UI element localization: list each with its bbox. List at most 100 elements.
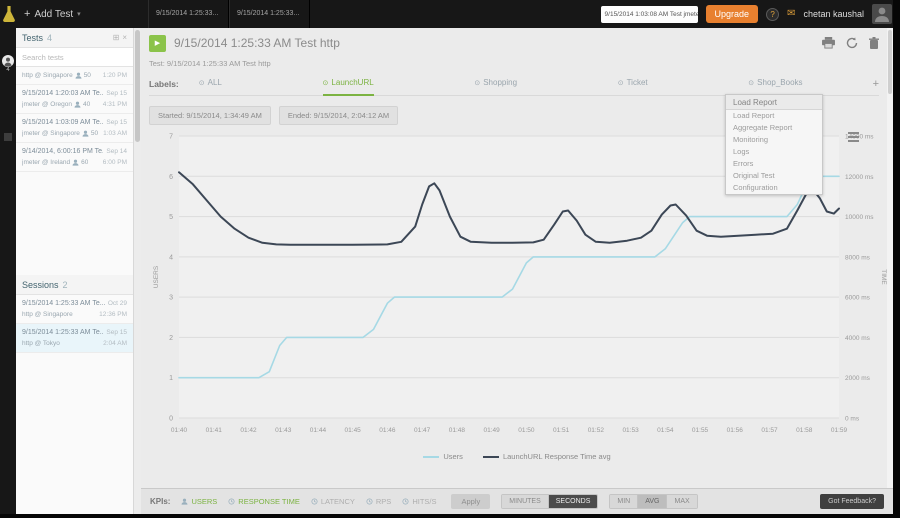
avatar[interactable]	[872, 4, 892, 24]
left-icon-rail: 4	[0, 28, 16, 514]
app-screen: + Add Test ▾ 9/15/2014 1:25:33... 9/15/2…	[0, 0, 900, 518]
users-icon	[181, 498, 188, 505]
session-tab-1[interactable]: 9/15/2014 1:25:33...	[148, 0, 229, 28]
scrollbar-thumb[interactable]	[135, 30, 140, 142]
test-item[interactable]: 9/15/2014 1:20:03 AM Te...Sep 15jmeter @…	[16, 85, 133, 114]
label-tab-shop-books[interactable]: ⊙Shop_Books	[748, 72, 802, 96]
report-tools	[822, 37, 879, 49]
kpi-toggle-users[interactable]: USERS	[181, 497, 217, 506]
test-item[interactable]: http @ Singapore501:20 PM	[16, 67, 133, 85]
test-item[interactable]: 9/14/2014, 6:00:16 PM Te...Sep 14jmeter …	[16, 143, 133, 172]
session-item[interactable]: 9/15/2014 1:25:33 AM Te...Sep 15http @ T…	[16, 324, 133, 353]
test-item[interactable]: 9/15/2014 1:03:09 AM Te...Sep 15jmeter @…	[16, 114, 133, 143]
y-right-tick: 2000 ms	[845, 375, 871, 382]
x-tick: 01:44	[310, 427, 327, 434]
x-tick: 01:42	[240, 427, 257, 434]
location-text: http @ Singapore	[22, 70, 73, 81]
test-date: Sep 15	[106, 88, 127, 99]
metric-icon	[228, 498, 235, 505]
session-item[interactable]: 9/15/2014 1:25:33 AM Te...Oct 29http @ S…	[16, 295, 133, 324]
session-tab-2[interactable]: 9/15/2014 1:25:33...	[229, 0, 310, 28]
x-tick: 01:49	[483, 427, 500, 434]
aggregation-min[interactable]: MIN	[610, 495, 638, 508]
report-menu-trigger[interactable]: Load Report	[726, 95, 822, 110]
y-left-tick: 2	[169, 335, 173, 342]
label-icon: ⊙	[618, 79, 624, 87]
labels-tabs: ⊙ALL ⊙LaunchURL ⊙Shopping ⊙Ticket ⊙Shop_Book…	[199, 72, 873, 96]
mail-icon[interactable]: ✉	[787, 0, 795, 28]
chart-menu-icon[interactable]	[848, 132, 859, 144]
report-menu-item-load-report[interactable]: Load Report	[726, 110, 822, 122]
report-menu-item-monitoring[interactable]: Monitoring	[726, 134, 822, 146]
y-left-tick: 0	[169, 416, 173, 423]
kpi-toggle-response-time[interactable]: RESPONSE TIME	[228, 497, 300, 506]
kpi-label: RPS	[376, 497, 391, 506]
report-menu-item-configuration[interactable]: Configuration	[726, 182, 822, 194]
active-users-badge: 4	[0, 67, 16, 73]
y-right-tick: 12000 ms	[845, 174, 874, 181]
y-right-axis-title: TIME	[880, 269, 887, 285]
test-location: jmeter @ Singapore50	[22, 128, 98, 139]
close-icon[interactable]: ×	[122, 33, 127, 42]
print-icon[interactable]	[822, 37, 835, 49]
app-logo-icon[interactable]	[2, 5, 16, 23]
label-tab-shopping[interactable]: ⊙Shopping	[474, 72, 517, 96]
user-icon	[74, 101, 81, 108]
aggregation-avg[interactable]: AVG	[638, 495, 667, 508]
aggregation-toggle: MINAVGMAX	[609, 494, 697, 509]
delete-icon[interactable]	[869, 37, 879, 49]
users-count: 50	[84, 70, 91, 81]
collapse-handle-icon[interactable]	[4, 133, 12, 141]
run-test-button[interactable]: ▶	[149, 35, 166, 52]
test-time: 4:31 PM	[103, 99, 127, 110]
kpi-toggle-rps[interactable]: RPS	[366, 497, 391, 506]
username[interactable]: chetan kaushal	[803, 9, 864, 19]
x-tick: 01:47	[414, 427, 431, 434]
upgrade-button[interactable]: Upgrade	[706, 5, 759, 23]
tests-header-icons: ⊞ ×	[113, 33, 127, 42]
session-location: http @ Singapore	[22, 309, 73, 320]
sidebar-scrollbar[interactable]	[134, 28, 141, 514]
top-bar: + Add Test ▾ 9/15/2014 1:25:33... 9/15/2…	[0, 0, 900, 28]
label-tab-launchurl[interactable]: ⊙LaunchURL	[323, 72, 374, 96]
session-date: Oct 29	[108, 298, 127, 309]
aggregation-max[interactable]: MAX	[667, 495, 696, 508]
report-menu-items: Load ReportAggregate ReportMonitoringLog…	[726, 110, 822, 194]
y-left-tick: 4	[169, 254, 173, 261]
kpi-toggle-hits-s[interactable]: HITS/S	[402, 497, 436, 506]
feedback-button[interactable]: Got Feedback?	[820, 494, 884, 509]
location-text: jmeter @ Oregon	[22, 99, 72, 110]
report-menu-item-errors[interactable]: Errors	[726, 158, 822, 170]
legend-item-launchurl-response-time-avg[interactable]: LaunchURL Response Time avg	[483, 452, 611, 461]
session-tabs: 9/15/2014 1:25:33... 9/15/2014 1:25:33..…	[148, 0, 310, 28]
label-tab-all[interactable]: ⊙ALL	[199, 72, 222, 96]
refresh-icon[interactable]	[846, 37, 858, 49]
search-input[interactable]	[16, 48, 133, 67]
scrollbar-thumb[interactable]	[888, 30, 892, 94]
active-users-icon[interactable]	[2, 54, 14, 66]
granularity-minutes[interactable]: MINUTES	[502, 495, 549, 508]
report-panel: ▶ 9/15/2014 1:25:33 AM Test http Test: 9…	[141, 28, 893, 514]
run-times: Started: 9/15/2014, 1:34:49 AM Ended: 9/…	[149, 106, 398, 125]
expand-icon[interactable]: ⊞	[113, 33, 120, 42]
test-name: 9/14/2014, 6:00:16 PM Te...	[22, 146, 103, 157]
help-icon[interactable]: ?	[766, 8, 779, 21]
y-right-tick: 10000 ms	[845, 214, 874, 221]
y-right-tick: 8000 ms	[845, 254, 871, 261]
legend-swatch	[423, 456, 439, 458]
granularity-seconds[interactable]: SECONDS	[549, 495, 598, 508]
y-left-tick: 1	[169, 375, 173, 382]
metric-icon	[366, 498, 373, 505]
label-tab-ticket[interactable]: ⊙Ticket	[618, 72, 648, 96]
apply-button[interactable]: Apply	[451, 494, 490, 509]
add-label-button[interactable]: +	[873, 78, 879, 90]
report-title-row: ▶ 9/15/2014 1:25:33 AM Test http	[149, 34, 879, 52]
session-selector[interactable]: 9/15/2014 1:03:08 AM Test jmeter... ▾	[601, 6, 698, 23]
report-menu-item-logs[interactable]: Logs	[726, 146, 822, 158]
report-menu-item-original-test[interactable]: Original Test	[726, 170, 822, 182]
location-text: jmeter @ Ireland	[22, 157, 70, 168]
kpi-toggle-latency[interactable]: LATENCY	[311, 497, 355, 506]
add-test-button[interactable]: + Add Test ▾	[24, 0, 81, 28]
report-menu-item-aggregate-report[interactable]: Aggregate Report	[726, 122, 822, 134]
legend-item-users[interactable]: Users	[423, 452, 463, 461]
